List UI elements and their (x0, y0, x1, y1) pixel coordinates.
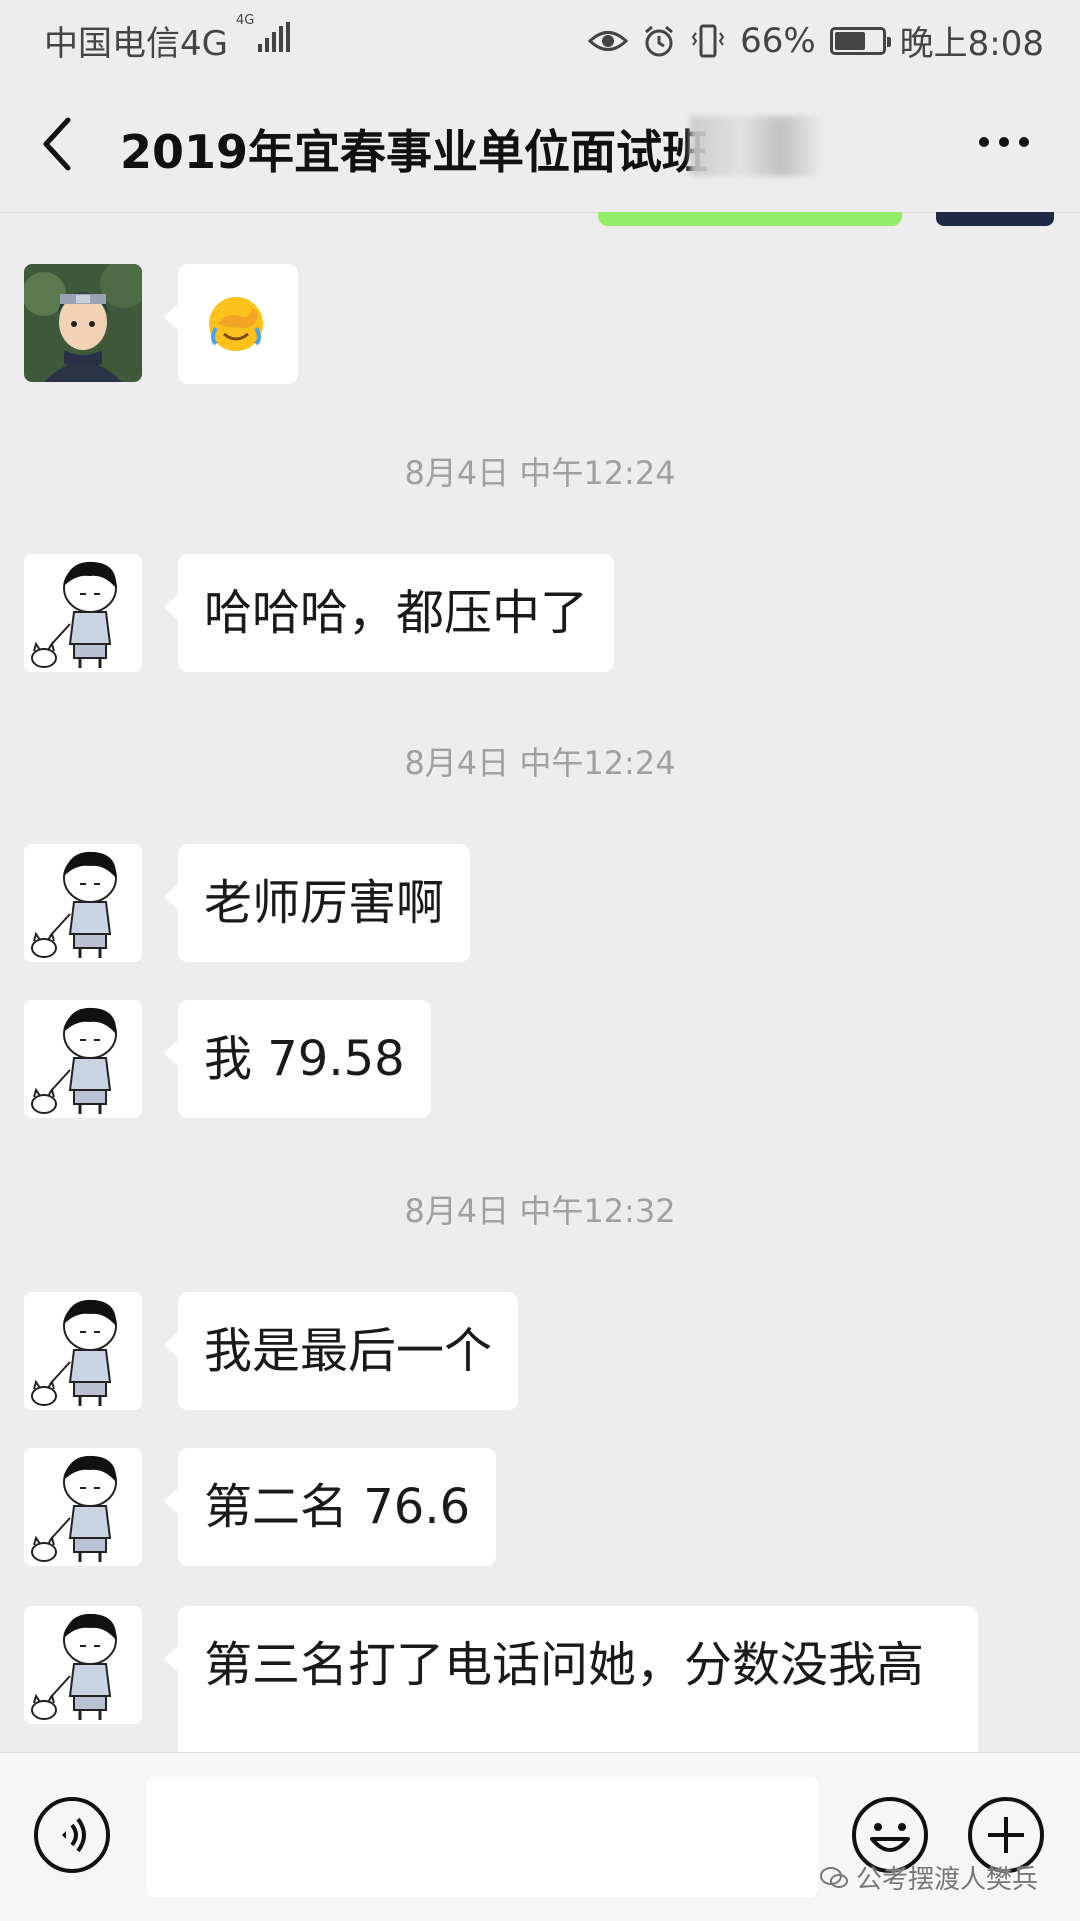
message-input[interactable] (146, 1777, 818, 1897)
back-arrow-icon[interactable] (38, 114, 78, 174)
chat-title: 2019年宜春事业单位面试班 (120, 125, 709, 179)
input-bar: 公考摆渡人樊兵 (0, 1752, 1080, 1921)
watermark-text: 公考摆渡人樊兵 (856, 1865, 1039, 1895)
cartoon-boy-avatar[interactable] (24, 844, 142, 962)
message-bubble[interactable]: 哈哈哈，都压中了 (163, 554, 615, 672)
self-avatar-partial (936, 212, 1054, 226)
clock-label: 晚上8:08 (899, 24, 1044, 64)
cartoon-boy-avatar[interactable] (24, 1292, 142, 1410)
more-icon[interactable] (976, 132, 1032, 152)
timestamp: 8月4日 中午12:24 (404, 744, 676, 782)
carrier-label: 中国电信4G (44, 24, 228, 64)
vibrate-icon (691, 24, 725, 57)
title-redaction (690, 116, 820, 176)
cartoon-boy-avatar[interactable] (24, 1000, 142, 1118)
ninja-avatar[interactable] (24, 264, 142, 382)
watermark: 公考摆渡人樊兵 (820, 1859, 1038, 1896)
facepalm-emoji-icon (209, 297, 263, 351)
message-list[interactable]: 8月4日 中午12:24 哈哈哈，都压中了 8月4日 中午12:24 老师厉害啊… (0, 212, 1080, 1752)
cartoon-boy-avatar[interactable] (24, 554, 142, 672)
self-bubble-partial (598, 212, 902, 226)
message-bubble[interactable]: 第三名打了电话问她，分数没我高 (164, 1606, 978, 1752)
battery-icon (829, 26, 891, 55)
status-bar: 中国电信4G 4G 66% 晚上8:08 (0, 0, 1080, 76)
message-bubble[interactable]: 老师厉害啊 (163, 844, 471, 962)
battery-fill (834, 31, 865, 50)
eye-icon (588, 30, 629, 51)
cartoon-boy-avatar[interactable] (24, 1448, 142, 1566)
cartoon-boy-avatar[interactable] (24, 1606, 142, 1724)
timestamp: 8月4日 中午12:32 (404, 1192, 676, 1230)
message-bubble[interactable]: 第二名 76.6 (163, 1448, 497, 1566)
message-bubble[interactable]: 我是最后一个 (163, 1292, 519, 1410)
chat-header: 2019年宜春事业单位面试班 (0, 76, 1080, 213)
message-bubble[interactable] (164, 264, 298, 384)
alarm-icon (645, 25, 674, 56)
timestamp: 8月4日 中午12:24 (404, 454, 676, 492)
battery-percent-label: 66% (740, 20, 816, 61)
signal-icon (258, 22, 290, 52)
voice-icon[interactable] (32, 1795, 112, 1875)
wechat-logo-icon (820, 1866, 848, 1888)
network-type-label: 4G (236, 13, 255, 28)
message-bubble[interactable]: 我 79.58 (164, 1000, 431, 1118)
